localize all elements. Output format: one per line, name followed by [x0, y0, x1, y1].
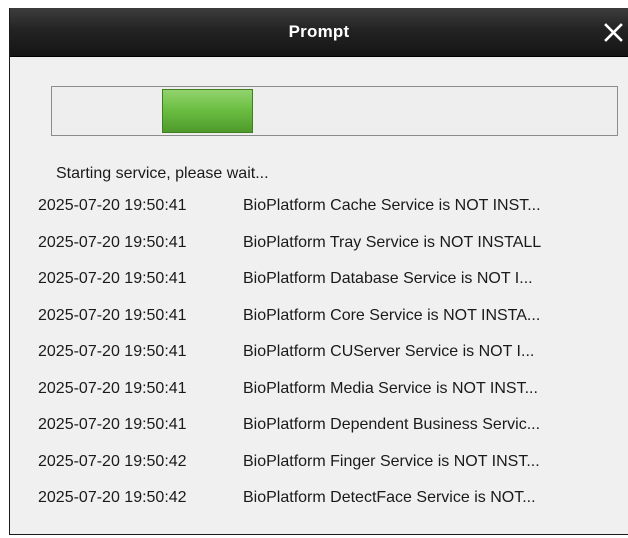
log-entry: 2025-07-20 19:50:41 BioPlatform Database … — [38, 267, 626, 304]
log-message: BioPlatform Tray Service is NOT INSTALL — [243, 233, 542, 251]
log-entry: 2025-07-20 19:50:41 BioPlatform Dependent… — [38, 413, 626, 450]
log-timestamp: 2025-07-20 19:50:41 — [38, 343, 187, 360]
log-timestamp: 2025-07-20 19:50:41 — [38, 233, 187, 251]
close-button[interactable] — [598, 17, 628, 47]
log-timestamp: 2025-07-20 19:50:41 — [38, 270, 187, 287]
log-timestamp: 2025-07-20 19:50:41 — [38, 379, 187, 397]
status-text: Starting service, please wait... — [56, 165, 269, 182]
dialog-title: Prompt — [288, 22, 350, 41]
log-message: BioPlatform DetectFace Service is NOT... — [243, 489, 536, 506]
progress-indicator — [162, 89, 253, 133]
log-entry: 2025-07-20 19:50:41 BioPlatform Media Ser… — [38, 377, 626, 414]
log-entry: 2025-07-20 19:50:41 BioPlatform Tray Serv… — [38, 231, 626, 268]
progress-bar — [51, 86, 618, 136]
title-bar[interactable]: Prompt — [10, 8, 628, 57]
log-entry: 2025-07-20 19:50:41 BioPlatform CUServer … — [38, 340, 626, 377]
log-timestamp: 2025-07-20 19:50:42 — [38, 452, 187, 470]
log-message: BioPlatform Cache Service is NOT INST... — [243, 197, 541, 214]
log-message: BioPlatform Finger Service is NOT INST..… — [243, 452, 540, 470]
log-timestamp: 2025-07-20 19:50:41 — [38, 416, 187, 433]
log-message: BioPlatform Dependent Business Servic... — [243, 416, 541, 433]
log-entry: 2025-07-20 19:50:41 BioPlatform Cache Ser… — [38, 194, 626, 231]
log-message: BioPlatform Media Service is NOT INST... — [243, 379, 538, 397]
log-message: BioPlatform Database Service is NOT I... — [243, 270, 533, 287]
log-message: BioPlatform CUServer Service is NOT I... — [243, 343, 535, 360]
log-timestamp: 2025-07-20 19:50:41 — [38, 306, 187, 324]
log-timestamp: 2025-07-20 19:50:42 — [38, 489, 187, 506]
prompt-dialog: Prompt Starting service, please wait... … — [9, 8, 628, 535]
log-message: BioPlatform Core Service is NOT INSTA... — [243, 306, 541, 324]
log-entry: 2025-07-20 19:50:42 BioPlatform DetectFac… — [38, 486, 626, 523]
log-entry: 2025-07-20 19:50:42 BioPlatform Finger Se… — [38, 450, 626, 487]
log-entry: 2025-07-20 19:50:41 BioPlatform Core Serv… — [38, 304, 626, 341]
service-log: 2025-07-20 19:50:41 BioPlatform Cache Ser… — [38, 194, 626, 523]
log-timestamp: 2025-07-20 19:50:41 — [38, 197, 187, 214]
close-icon — [604, 23, 623, 42]
